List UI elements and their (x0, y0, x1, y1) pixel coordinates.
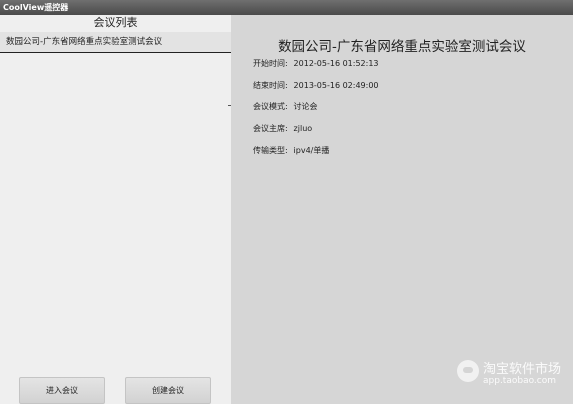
meeting-detail-panel: 数园公司-广东省网络重点实验室测试会议 开始时间: 2012-05-16 01:… (231, 15, 573, 404)
meeting-mode-label: 会议模式: (253, 102, 288, 111)
create-meeting-button[interactable]: 创建会议 (125, 377, 211, 404)
meeting-chair-field: 会议主席: zjluo (253, 123, 312, 134)
enter-meeting-button[interactable]: 进入会议 (19, 377, 105, 404)
watermark-url: app.taobao.com (483, 376, 557, 386)
window-title: CoolView遥控器 (3, 3, 69, 12)
start-time-value: 2012-05-16 01:52:13 (293, 59, 379, 68)
meeting-mode-value: 讨论会 (293, 102, 318, 111)
meeting-detail-title: 数园公司-广东省网络重点实验室测试会议 (278, 39, 526, 55)
meeting-list-item[interactable]: 数园公司-广东省网络重点实验室测试会议 (0, 32, 231, 53)
start-time-label: 开始时间: (253, 59, 288, 68)
end-time-label: 结束时间: (253, 81, 288, 90)
meeting-list-header: 会议列表 (93, 16, 138, 29)
meeting-mode-field: 会议模式: 讨论会 (253, 101, 318, 112)
window-title-bar: CoolView遥控器 (0, 0, 573, 15)
transport-type-label: 传输类型: (253, 146, 288, 155)
transport-type-value: ipv4/单播 (293, 146, 330, 155)
transport-type-field: 传输类型: ipv4/单播 (253, 145, 329, 156)
meeting-list-panel: 会议列表 数园公司-广东省网络重点实验室测试会议 进入会议 创建会议 (0, 15, 231, 404)
meeting-chair-label: 会议主席: (253, 124, 288, 133)
start-time-field: 开始时间: 2012-05-16 01:52:13 (253, 58, 379, 69)
taobao-logo-icon (457, 360, 479, 382)
meeting-chair-value: zjluo (293, 124, 313, 133)
taobao-watermark: 淘宝软件市场 app.taobao.com (457, 356, 567, 392)
end-time-field: 结束时间: 2013-05-16 02:49:00 (253, 80, 379, 91)
watermark-name: 淘宝软件市场 (483, 362, 562, 377)
end-time-value: 2013-05-16 02:49:00 (293, 81, 379, 90)
